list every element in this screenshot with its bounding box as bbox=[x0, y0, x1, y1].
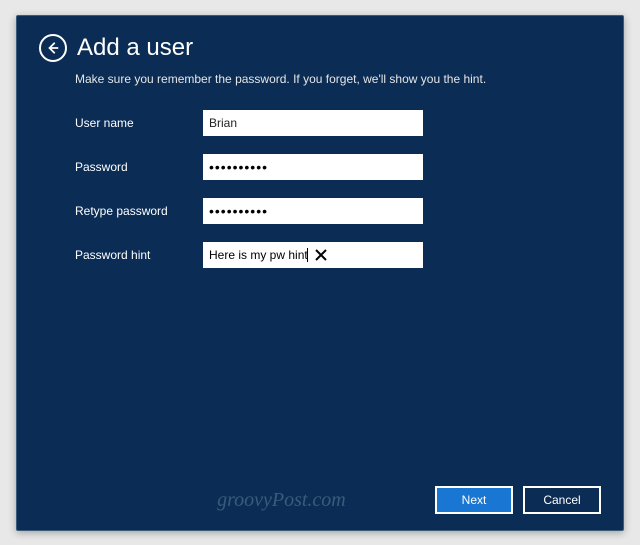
page-subtitle: Make sure you remember the password. If … bbox=[17, 70, 623, 104]
back-arrow-icon bbox=[46, 41, 60, 55]
username-label: User name bbox=[75, 116, 203, 130]
hint-field-wrap: Here is my pw hint bbox=[203, 242, 423, 268]
retype-label: Retype password bbox=[75, 204, 203, 218]
password-label: Password bbox=[75, 160, 203, 174]
retype-field-wrap: •••••••••• bbox=[203, 198, 423, 224]
page-title: Add a user bbox=[77, 34, 193, 62]
back-button[interactable] bbox=[39, 34, 67, 62]
add-user-window: Add a user Make sure you remember the pa… bbox=[16, 15, 624, 531]
form: User name Password •••••••••• Retype pas… bbox=[17, 104, 623, 268]
password-field-wrap: •••••••••• bbox=[203, 154, 423, 180]
retype-input[interactable]: •••••••••• bbox=[209, 203, 268, 219]
password-input[interactable]: •••••••••• bbox=[209, 159, 268, 175]
hint-label: Password hint bbox=[75, 248, 203, 262]
cancel-button[interactable]: Cancel bbox=[523, 486, 601, 514]
clear-hint-button[interactable] bbox=[312, 246, 330, 264]
next-button[interactable]: Next bbox=[435, 486, 513, 514]
footer: Next Cancel bbox=[435, 486, 601, 514]
hint-input[interactable]: Here is my pw hint bbox=[209, 248, 308, 262]
header: Add a user bbox=[17, 16, 623, 70]
text-caret bbox=[307, 248, 308, 262]
username-row: User name bbox=[75, 110, 601, 136]
username-field-wrap bbox=[203, 110, 423, 136]
close-icon bbox=[315, 249, 327, 261]
watermark: groovyPost.com bbox=[217, 489, 346, 512]
username-input[interactable] bbox=[209, 116, 417, 130]
hint-row: Password hint Here is my pw hint bbox=[75, 242, 601, 268]
retype-row: Retype password •••••••••• bbox=[75, 198, 601, 224]
password-row: Password •••••••••• bbox=[75, 154, 601, 180]
